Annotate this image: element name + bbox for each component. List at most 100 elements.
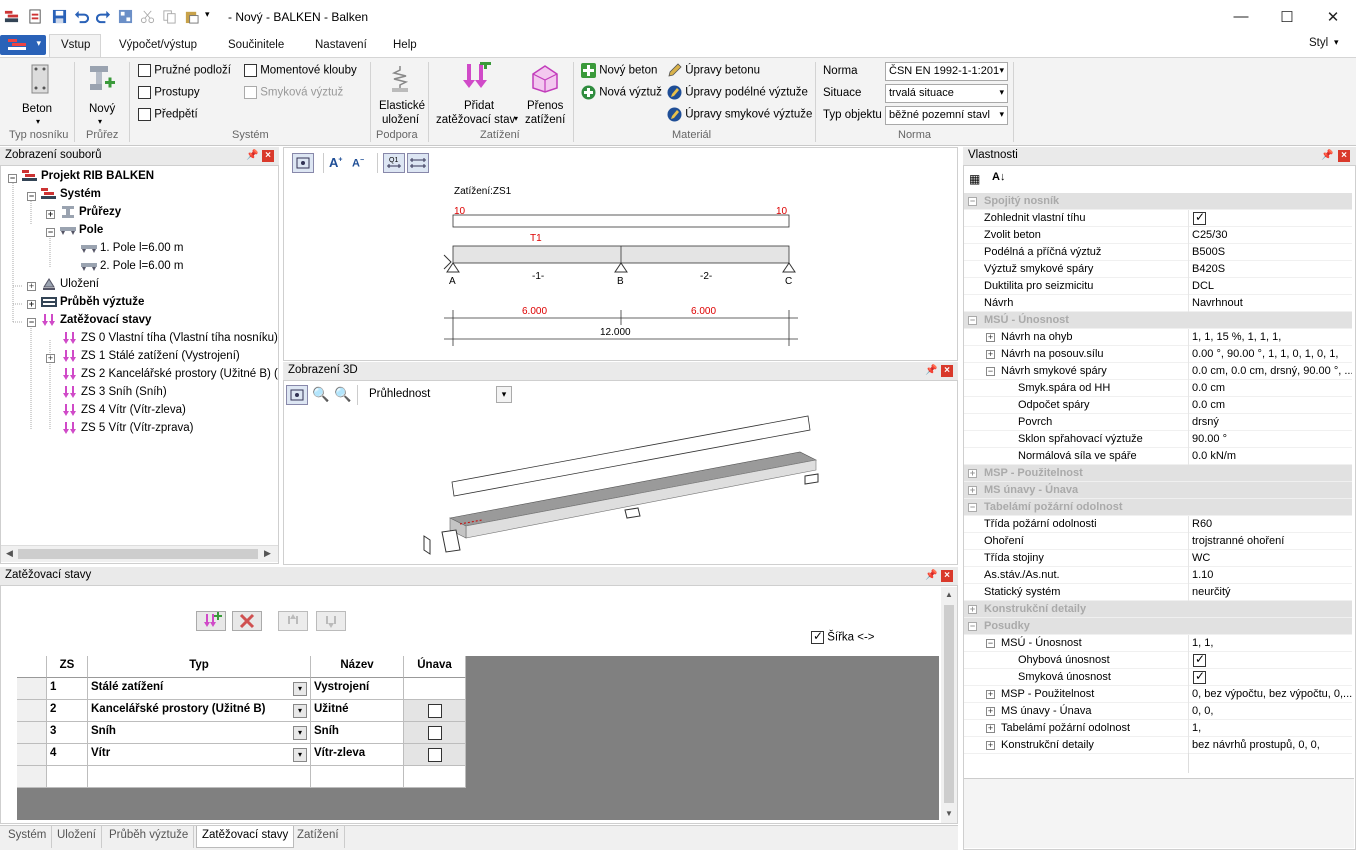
collapse-icon[interactable]: − xyxy=(968,503,977,512)
copy-icon[interactable] xyxy=(162,9,177,24)
property-value[interactable]: 0.0 cm xyxy=(1192,399,1352,411)
property-checkbox[interactable] xyxy=(1193,669,1206,684)
grid-header-nazev[interactable]: Název xyxy=(311,656,404,678)
predpeti-checkbox[interactable]: Předpětí xyxy=(138,108,198,121)
property-row[interactable]: Statický systém neurčitý xyxy=(964,584,1352,601)
property-row[interactable]: − Návrh smykové spáry 0.0 cm, 0.0 cm, drsn… xyxy=(964,363,1352,380)
pruzne-podlozi-checkbox[interactable]: Pružné podloží xyxy=(138,64,231,77)
property-row[interactable]: + MSP - Použitelnost 0, bez výpočtu, bez v… xyxy=(964,686,1352,703)
prenos-zatizeni-button[interactable]: Přenos zatížení xyxy=(524,62,568,128)
tree-item-project[interactable]: − Projekt RIB BALKEN xyxy=(8,170,154,188)
minimize-button[interactable]: — xyxy=(1218,0,1264,33)
expand-icon[interactable]: + xyxy=(968,486,977,495)
norma-select[interactable]: ČSN EN 1992-1-1:201 xyxy=(885,62,1008,81)
expand-icon[interactable]: + xyxy=(986,333,995,342)
grid-cell-typ[interactable]: Sníh xyxy=(88,722,311,744)
smykova-vyztuz-checkbox[interactable]: Smyková výztuž xyxy=(244,86,343,99)
grid-new-row-cell[interactable] xyxy=(311,766,404,788)
close-icon[interactable]: × xyxy=(262,150,274,162)
tree-item-zs2[interactable]: ZS 2 Kancelářské prostory (Užitné B) ( xyxy=(62,368,278,386)
collapse-icon[interactable]: − xyxy=(46,228,55,237)
pruzne-checkbox-box[interactable] xyxy=(138,64,151,77)
close-icon[interactable]: × xyxy=(1338,150,1350,162)
tree-item-prurezy[interactable]: + Průřezy xyxy=(46,206,121,224)
scroll-right-icon[interactable]: ▶ xyxy=(264,548,271,559)
scroll-down-icon[interactable]: ▼ xyxy=(945,809,953,818)
font-larger-icon[interactable]: A+ xyxy=(329,155,342,170)
property-value[interactable]: 90.00 ° xyxy=(1192,433,1352,445)
property-row[interactable]: Třída požární odolnosti R60 xyxy=(964,516,1352,533)
tree-item-zatezovaci[interactable]: − Zatěžovací stavy xyxy=(27,314,151,332)
upravy-smykove-button[interactable]: Úpravy smykové výztuže xyxy=(667,107,812,122)
collapse-icon[interactable]: − xyxy=(27,318,36,327)
pin-icon[interactable]: 📌 xyxy=(925,570,937,581)
property-row[interactable]: + Návrh na ohyb 1, 1, 15 %, 1, 1, 1, xyxy=(964,329,1352,346)
property-value[interactable]: B500S xyxy=(1192,246,1352,258)
zoom-in-icon[interactable]: 🔍 xyxy=(312,386,329,403)
tab-zatezovaci-stavy[interactable]: Zatěžovací stavy xyxy=(196,826,295,848)
tree-item-pole2[interactable]: 2. Pole l=6.00 m xyxy=(81,260,183,278)
property-category[interactable]: − MSÚ - Únosnost xyxy=(964,312,1352,329)
expand-icon[interactable]: + xyxy=(27,300,36,309)
prostupy-checkbox-box[interactable] xyxy=(138,86,151,99)
grid-header-zs[interactable]: ZS xyxy=(47,656,88,678)
move-up-button[interactable] xyxy=(278,611,308,631)
grid-cell-typ[interactable]: Kancelářské prostory (Užitné B) xyxy=(88,700,311,722)
property-category[interactable]: + MS únavy - Únava xyxy=(964,482,1352,499)
upravy-podelne-button[interactable]: Úpravy podélné výztuže xyxy=(667,85,808,100)
property-value[interactable]: 0.0 kN/m xyxy=(1192,450,1352,462)
load-display-button[interactable]: Q1 xyxy=(383,153,405,173)
vertical-scrollbar[interactable]: ▲ ▼ xyxy=(941,587,957,823)
property-value[interactable]: DCL xyxy=(1192,280,1352,292)
fatigue-checkbox[interactable] xyxy=(428,726,442,740)
add-loadcase-button[interactable] xyxy=(196,611,226,631)
undo-icon[interactable] xyxy=(74,9,89,24)
property-row[interactable]: Zohlednit vlastní tíhu xyxy=(964,210,1352,227)
property-row[interactable]: Duktilita pro seizmicitu DCL xyxy=(964,278,1352,295)
pin-icon[interactable]: 📌 xyxy=(246,150,258,161)
property-row[interactable]: + Konstrukční detaily bez návrhů prostupů,… xyxy=(964,737,1352,754)
tree-item-system[interactable]: − Systém xyxy=(27,188,101,206)
tree-item-zs5[interactable]: ZS 5 Vítr (Vítr-zprava) xyxy=(62,422,193,440)
grid-row-header[interactable] xyxy=(17,700,47,722)
grid-cell-zs[interactable]: 2 xyxy=(47,700,88,722)
redo-icon[interactable] xyxy=(96,9,111,24)
property-value[interactable]: 0.0 cm xyxy=(1192,382,1352,394)
grid-new-row-cell[interactable] xyxy=(47,766,88,788)
property-row[interactable]: Odpočet spáry 0.0 cm xyxy=(964,397,1352,414)
style-dropdown-icon[interactable]: ▾ xyxy=(1334,37,1339,48)
transparency-dropdown-icon[interactable]: ▾ xyxy=(496,386,512,403)
grid-cell-zs[interactable]: 3 xyxy=(47,722,88,744)
horizontal-scrollbar[interactable]: ◀ ▶ xyxy=(1,545,278,562)
pin-icon[interactable]: 📌 xyxy=(1321,150,1333,161)
property-value[interactable]: bez návrhů prostupů, 0, 0, xyxy=(1192,739,1352,751)
grid-cell-nazev[interactable]: Užitné xyxy=(311,700,404,722)
property-category[interactable]: − Tabelámí požární odolnost xyxy=(964,499,1352,516)
predpeti-checkbox-box[interactable] xyxy=(138,108,151,121)
type-dropdown-icon[interactable]: ▾ xyxy=(293,726,307,740)
width-toggle[interactable]: Šířka <-> xyxy=(811,629,875,644)
expand-icon[interactable]: + xyxy=(27,282,36,291)
beton-button[interactable]: Beton ▾ xyxy=(18,64,62,128)
property-row[interactable]: + Tabelámí požární odolnost 1, xyxy=(964,720,1352,737)
zoom-out-icon[interactable]: 🔍 xyxy=(334,386,351,403)
property-value[interactable]: C25/30 xyxy=(1192,229,1352,241)
new-file-icon[interactable] xyxy=(28,9,43,24)
grid-cell-nazev[interactable]: Vítr-zleva xyxy=(311,744,404,766)
collapse-icon[interactable]: − xyxy=(986,367,995,376)
close-button[interactable]: ✕ xyxy=(1310,0,1356,33)
typ-objektu-select[interactable]: běžné pozemní stavl xyxy=(885,106,1008,125)
expand-icon[interactable]: + xyxy=(986,741,995,750)
property-row[interactable]: Ohoření trojstranné ohoření xyxy=(964,533,1352,550)
property-row[interactable]: Povrch drsný xyxy=(964,414,1352,431)
close-icon[interactable]: × xyxy=(941,365,953,377)
property-category[interactable]: − Posudky xyxy=(964,618,1352,635)
momentove-klouby-checkbox[interactable]: Momentové klouby xyxy=(244,64,357,77)
type-dropdown-icon[interactable]: ▾ xyxy=(293,748,307,762)
tree-item-pole[interactable]: − Pole xyxy=(46,224,103,242)
momentove-checkbox-box[interactable] xyxy=(244,64,257,77)
tab-nastaveni[interactable]: Nastavení xyxy=(315,39,367,51)
tree-item-zs4[interactable]: ZS 4 Vítr (Vítr-zleva) xyxy=(62,404,186,422)
categorized-view-icon[interactable]: ▦ xyxy=(969,172,980,186)
grid-cell-typ[interactable]: Stálé zatížení xyxy=(88,678,311,700)
